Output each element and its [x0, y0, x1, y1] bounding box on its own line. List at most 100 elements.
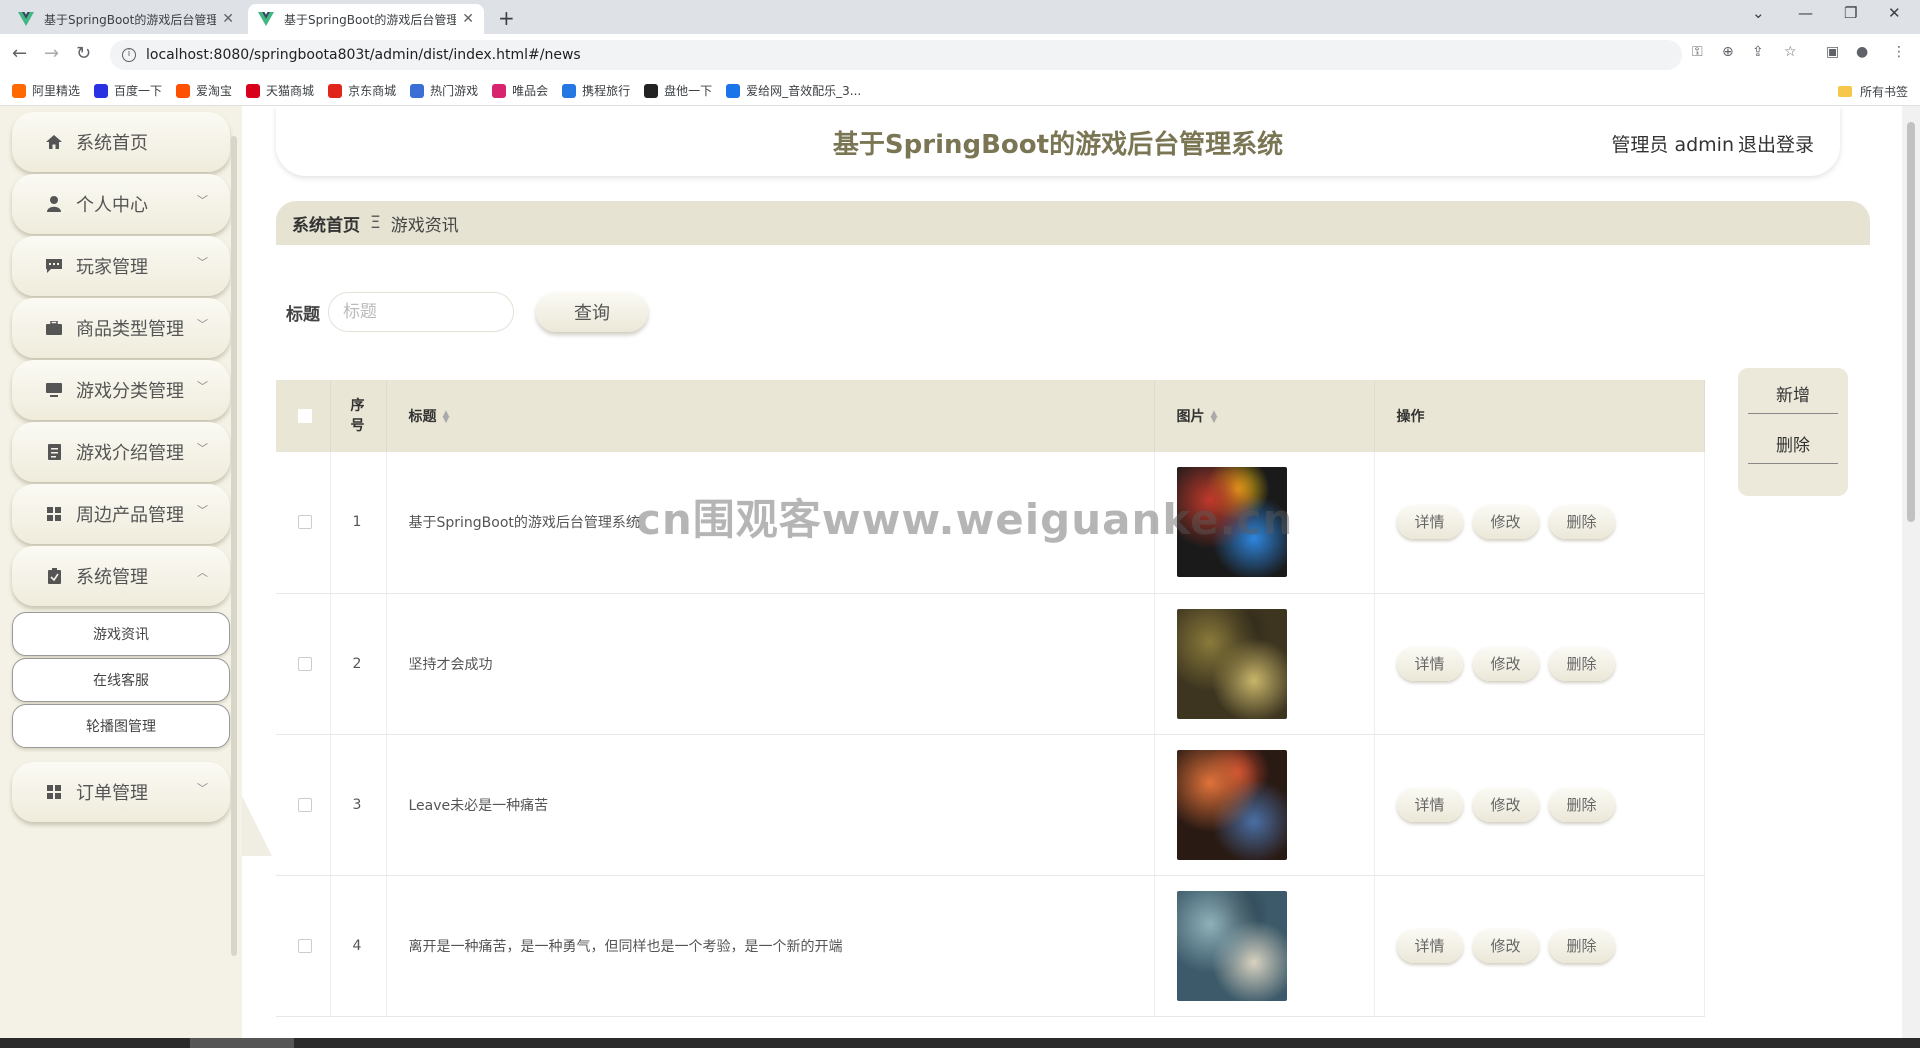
detail-button[interactable]: 详情	[1396, 505, 1463, 540]
close-icon[interactable]: ✕	[222, 11, 234, 27]
menu-icon[interactable]: ⋮	[1892, 44, 1906, 60]
row-checkbox[interactable]	[298, 515, 312, 530]
sidebar-item-label: 玩家管理	[76, 257, 148, 278]
edit-button[interactable]: 修改	[1472, 787, 1539, 822]
briefcase-icon	[46, 320, 62, 336]
all-bookmarks[interactable]: 所有书签	[1837, 83, 1908, 100]
zoom-icon[interactable]: ⊕	[1722, 44, 1734, 60]
row-image-cell	[1154, 875, 1375, 1017]
bookmark-item[interactable]: 爱淘宝	[176, 82, 232, 99]
sidebar-item-players[interactable]: 玩家管理 ﹀	[12, 236, 230, 296]
search-input[interactable]	[328, 292, 514, 332]
sidebar-scrollbar[interactable]	[231, 136, 237, 956]
detail-button[interactable]: 详情	[1396, 787, 1463, 822]
news-thumbnail[interactable]	[1176, 890, 1287, 1001]
user-icon	[46, 196, 62, 212]
row-image-cell	[1154, 452, 1375, 594]
bookmark-icon	[12, 83, 26, 98]
column-header-title[interactable]: 标题 ▲ ▼	[386, 380, 1155, 452]
new-tab-icon[interactable]: +	[498, 6, 515, 30]
sidepanel-icon[interactable]: ▣	[1826, 44, 1839, 60]
bookmark-item[interactable]: 爱给网_音效配乐_3...	[726, 82, 861, 99]
bookmark-item[interactable]: 携程旅行	[562, 82, 630, 99]
delete-button[interactable]: 删除	[1548, 646, 1615, 681]
table-row[interactable]: 3 Leave未必是一种痛苦 详情 修改 删除	[276, 734, 1705, 876]
sidebar-item-personal[interactable]: 个人中心 ﹀	[12, 174, 230, 234]
bookmark-item[interactable]: 京东商城	[328, 82, 396, 99]
breadcrumb-home[interactable]: 系统首页	[292, 211, 360, 236]
taskbar-item[interactable]	[190, 1038, 294, 1048]
detail-button[interactable]: 详情	[1396, 646, 1463, 681]
table-row[interactable]: 4 离开是一种痛苦，是一种勇气，但同样也是一个考验，是一个新的开端 详情 修改 删除	[276, 875, 1705, 1017]
page-title: 基于SpringBoot的游戏后台管理系统	[832, 130, 1284, 160]
sidebar-item-orders[interactable]: 订单管理 ﹀	[12, 762, 230, 822]
sidebar-subitem-carousel[interactable]: 轮播图管理	[12, 704, 230, 748]
bookmark-icon	[644, 83, 659, 98]
restore-icon[interactable]: ❐	[1844, 4, 1857, 22]
logout-link[interactable]: 退出登录	[1738, 130, 1814, 157]
chevron-down-icon: ﹀	[197, 194, 208, 207]
edit-button[interactable]: 修改	[1472, 928, 1539, 963]
sidebar-subitem-support[interactable]: 在线客服	[12, 658, 230, 702]
sidebar-item-game-categories[interactable]: 游戏分类管理 ﹀	[12, 360, 230, 420]
key-icon[interactable]: ⚿	[1692, 44, 1703, 60]
info-icon[interactable]: i	[122, 48, 136, 62]
bookmark-icon	[410, 83, 425, 98]
delete-button[interactable]: 删除	[1548, 928, 1615, 963]
column-header-image[interactable]: 图片 ▲ ▼	[1154, 380, 1375, 452]
sort-icon[interactable]: ▲ ▼	[443, 410, 450, 425]
share-icon[interactable]: ⇪	[1752, 44, 1764, 60]
row-checkbox[interactable]	[298, 797, 312, 812]
scrollbar-thumb[interactable]	[1907, 122, 1915, 522]
edit-button[interactable]: 修改	[1472, 505, 1539, 540]
row-title: 离开是一种痛苦，是一种勇气，但同样也是一个考验，是一个新的开端	[386, 875, 1155, 1017]
header: 基于SpringBoot的游戏后台管理系统 管理员 admin 退出登录	[276, 106, 1840, 176]
news-thumbnail[interactable]	[1176, 467, 1287, 578]
sidebar-item-label: 游戏介绍管理	[76, 443, 184, 464]
delete-button[interactable]: 删除	[1548, 505, 1615, 540]
chevron-down-icon: ﹀	[197, 782, 208, 795]
forward-icon[interactable]: →	[44, 43, 59, 64]
sidebar-item-product-types[interactable]: 商品类型管理 ﹀	[12, 298, 230, 358]
row-checkbox[interactable]	[298, 938, 312, 953]
sidebar-subitem-news[interactable]: 游戏资讯	[12, 612, 230, 656]
select-all-checkbox[interactable]	[298, 409, 312, 423]
profile-icon[interactable]: ●	[1856, 44, 1868, 60]
tab-search-icon[interactable]: ⌄	[1752, 4, 1765, 22]
bookmark-item[interactable]: 阿里精选	[12, 82, 80, 99]
table-row[interactable]: 2 坚持才会成功 详情 修改 删除	[276, 593, 1705, 735]
news-thumbnail[interactable]	[1176, 608, 1287, 719]
back-icon[interactable]: ←	[12, 43, 27, 64]
delete-button[interactable]: 删除	[1548, 787, 1615, 822]
window-close-icon[interactable]: ✕	[1888, 4, 1901, 22]
bookmark-item[interactable]: 唯品会	[492, 82, 548, 99]
address-bar[interactable]: i localhost:8080/springboota803t/admin/d…	[110, 40, 1682, 70]
page-scrollbar[interactable]	[1902, 106, 1920, 1038]
detail-button[interactable]: 详情	[1396, 928, 1463, 963]
chevron-down-icon: ﹀	[197, 256, 208, 269]
sidebar-item-game-intro[interactable]: 游戏介绍管理 ﹀	[12, 422, 230, 482]
row-checkbox[interactable]	[298, 656, 312, 671]
bookmark-item[interactable]: 天猫商城	[246, 82, 314, 99]
reload-icon[interactable]: ↻	[76, 43, 91, 64]
browser-tab-active[interactable]: 基于SpringBoot的游戏后台管理 ✕	[248, 4, 484, 34]
bookmark-item[interactable]: 百度一下	[94, 82, 162, 99]
query-button[interactable]: 查询	[536, 292, 648, 332]
sidebar-item-system[interactable]: 系统管理 ︿	[12, 546, 230, 606]
star-icon[interactable]: ☆	[1784, 44, 1797, 60]
sidebar-item-home[interactable]: 系统首页	[12, 112, 230, 172]
news-thumbnail[interactable]	[1176, 749, 1287, 860]
bookmark-item[interactable]: 热门游戏	[410, 82, 478, 99]
add-button[interactable]: 新增	[1748, 374, 1838, 414]
sidebar-item-label: 游戏分类管理	[76, 381, 184, 402]
action-panel: 新增 删除	[1738, 368, 1848, 496]
close-icon[interactable]: ✕	[462, 11, 474, 27]
browser-tab[interactable]: 基于SpringBoot的游戏后台管理 ✕	[8, 4, 244, 34]
minimize-icon[interactable]: —	[1798, 4, 1813, 22]
sidebar-item-merch[interactable]: 周边产品管理 ﹀	[12, 484, 230, 544]
bookmark-item[interactable]: 盘他一下	[644, 82, 712, 99]
sort-icon[interactable]: ▲ ▼	[1211, 410, 1218, 425]
edit-button[interactable]: 修改	[1472, 646, 1539, 681]
table-row[interactable]: 1 基于SpringBoot的游戏后台管理系统 详情 修改 删除	[276, 452, 1705, 594]
batch-delete-button[interactable]: 删除	[1748, 424, 1838, 464]
